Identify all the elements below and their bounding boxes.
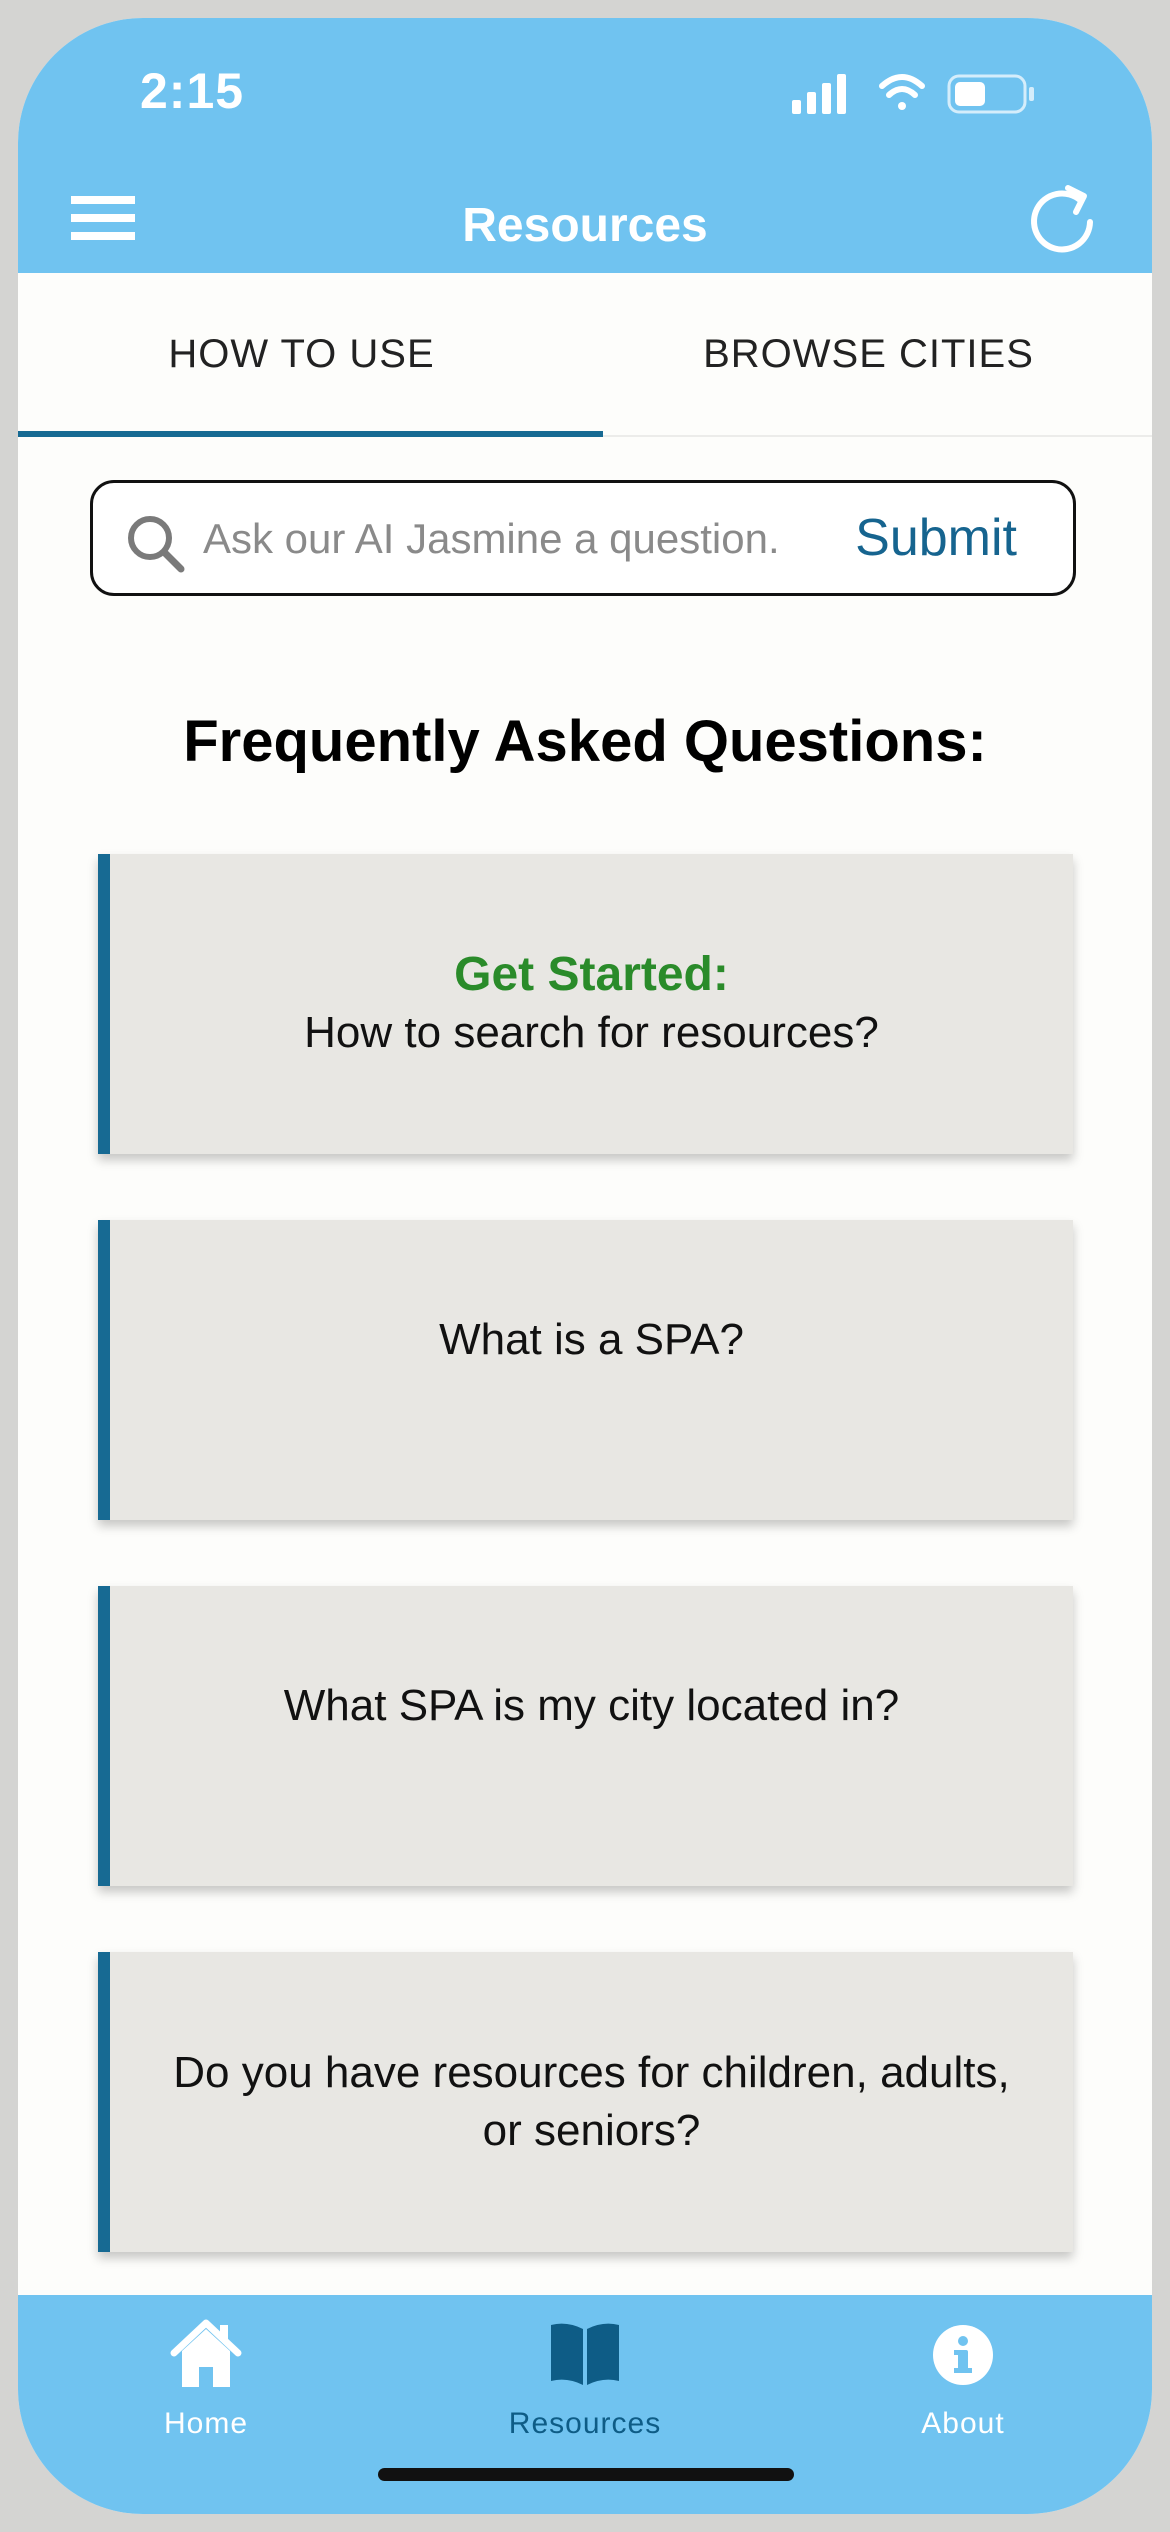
nav-home[interactable]: Home: [96, 2313, 316, 2463]
nav-about[interactable]: About: [853, 2313, 1073, 2463]
refresh-button[interactable]: [1024, 176, 1104, 256]
wifi-icon: [879, 74, 925, 110]
tab-bar: HOW TO USE BROWSE CITIES: [18, 273, 1152, 437]
search-bar: Submit: [90, 480, 1076, 596]
battery-icon: [947, 74, 1034, 114]
nav-resources[interactable]: Resources: [475, 2313, 695, 2463]
header-bar: 2:15 Resources: [18, 18, 1152, 273]
bottom-nav: Home Resources About: [18, 2295, 1152, 2514]
refresh-icon: [1031, 185, 1093, 253]
phone-frame: 2:15 Resources HOW TO USE BROWSE CITIES …: [0, 0, 1170, 2532]
nav-resources-label: Resources: [508, 2407, 662, 2440]
faq-card-what-is-spa[interactable]: What is a SPA?: [98, 1220, 1073, 1520]
faq-card-spa-location[interactable]: What SPA is my city located in?: [98, 1586, 1073, 1886]
submit-button[interactable]: Submit: [855, 505, 1017, 571]
home-indicator: [378, 2468, 794, 2481]
faq-card-question: How to search for resources?: [304, 1008, 879, 1057]
faq-card-question: What is a SPA?: [439, 1315, 744, 1364]
faq-card-question: What SPA is my city located in?: [283, 1681, 900, 1730]
page-title: Resources: [462, 199, 708, 252]
book-icon: [551, 2323, 619, 2385]
tab-how-to-use[interactable]: HOW TO USE: [18, 273, 585, 435]
faq-card-get-started[interactable]: Get Started: How to search for resources…: [98, 854, 1073, 1154]
home-icon: [170, 2319, 242, 2387]
nav-about-label: About: [921, 2407, 1005, 2440]
status-icons: [792, 74, 1034, 114]
search-input[interactable]: [203, 509, 823, 569]
active-tab-indicator: [18, 431, 603, 437]
status-time: 2:15: [140, 63, 245, 119]
tab-browse-cities[interactable]: BROWSE CITIES: [585, 273, 1152, 435]
cellular-signal-icon: [792, 74, 846, 114]
nav-home-label: Home: [163, 2407, 249, 2440]
faq-card-title: Get Started:: [454, 948, 729, 1001]
app-screen: 2:15 Resources HOW TO USE BROWSE CITIES …: [18, 18, 1152, 2514]
info-icon: [933, 2325, 993, 2385]
faq-card-age-resources[interactable]: Do you have resources for children, adul…: [98, 1952, 1073, 2252]
faq-card-question: Do you have resources for children, adul…: [173, 2048, 1010, 2155]
faq-heading: Frequently Asked Questions:: [183, 709, 987, 774]
search-icon: [128, 516, 185, 573]
